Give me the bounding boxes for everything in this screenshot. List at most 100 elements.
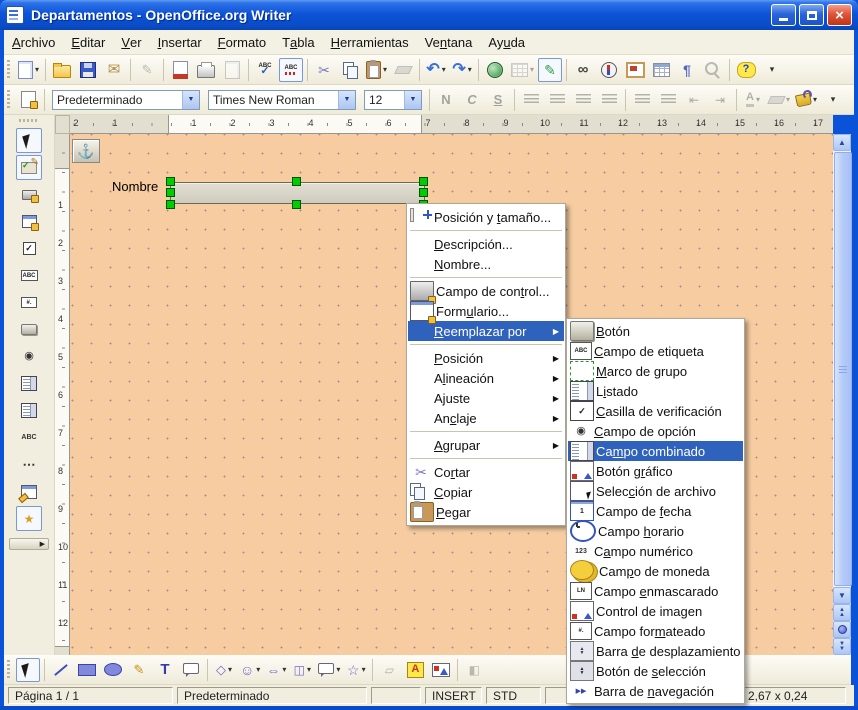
status-page[interactable]: Página 1 / 1 xyxy=(8,687,173,704)
hyperlink-button[interactable] xyxy=(483,58,507,82)
redo-button[interactable]: ↷▾ xyxy=(450,58,474,82)
menu-herramientas[interactable]: Herramientas xyxy=(323,30,417,54)
option-button-button[interactable]: ◉ xyxy=(16,344,42,369)
more-controls-button[interactable]: ⋯ xyxy=(16,452,42,477)
selection-handle[interactable] xyxy=(166,188,175,197)
background-color-button[interactable]: ▾ xyxy=(794,88,819,112)
text-box-button[interactable]: ABC xyxy=(16,425,42,450)
form-properties-button[interactable] xyxy=(16,209,42,234)
navigator-button[interactable] xyxy=(597,58,621,82)
formatted-field-button[interactable]: #. xyxy=(16,290,42,315)
chevron-down-icon[interactable]: ▼ xyxy=(338,91,355,109)
fontwork-gallery-button[interactable]: A xyxy=(403,658,427,682)
menu-ver[interactable]: Ver xyxy=(113,30,149,54)
chevron-down-icon[interactable]: ▼ xyxy=(182,91,199,109)
save-button[interactable] xyxy=(76,58,100,82)
flowchart-button[interactable]: ◫▾ xyxy=(290,658,314,682)
ruler-corner[interactable] xyxy=(55,115,70,134)
menu-item-barra-de-desplazamiento[interactable]: Barra de desplazamiento xyxy=(568,641,743,661)
chevron-down-icon[interactable]: ▾ xyxy=(282,665,286,674)
menu-item-campo-numerico[interactable]: 123Campo numérico xyxy=(568,541,743,561)
menu-item-campo-enmascarado[interactable]: LNCampo enmascarado xyxy=(568,581,743,601)
toolbar-grip[interactable] xyxy=(7,90,10,110)
menu-item-campo-de-opcion[interactable]: ◉Campo de opción xyxy=(568,421,743,441)
checkbox-button[interactable]: ✓ xyxy=(16,236,42,261)
chevron-down-icon[interactable]: ▾ xyxy=(383,65,387,74)
chevron-down-icon[interactable]: ▾ xyxy=(228,665,232,674)
auto-spellcheck-button[interactable] xyxy=(279,58,303,82)
menu-item-boton-de-seleccion[interactable]: Botón de selección xyxy=(568,661,743,681)
menu-item-anclaje[interactable]: Anclaje▶ xyxy=(408,408,564,428)
select-button[interactable] xyxy=(16,658,40,682)
design-mode-button[interactable] xyxy=(16,155,42,180)
menu-item-pegar[interactable]: Pegar xyxy=(408,502,564,522)
ellipse-button[interactable] xyxy=(101,658,125,682)
chevron-down-icon[interactable]: ▼ xyxy=(404,91,421,109)
formatting-marks-button[interactable]: ¶ xyxy=(675,58,699,82)
menu-item-copiar[interactable]: Copiar xyxy=(408,482,564,502)
copy-button[interactable] xyxy=(338,58,362,82)
font-size-combo[interactable]: 12▼ xyxy=(364,90,422,110)
chevron-down-icon[interactable]: ▾ xyxy=(530,65,534,74)
chevron-down-icon[interactable]: ▾ xyxy=(442,65,446,74)
menu-formato[interactable]: Formato xyxy=(210,30,274,54)
menu-tabla[interactable]: Tabla xyxy=(274,30,323,54)
chevron-down-icon[interactable]: ▾ xyxy=(307,665,311,674)
new-document-button[interactable]: ▾ xyxy=(16,58,41,82)
title-bar[interactable]: Departamentos - OpenOffice.org Writer × xyxy=(0,0,858,30)
menu-item-ajuste[interactable]: Ajuste▶ xyxy=(408,388,564,408)
styles-window-button[interactable] xyxy=(16,88,40,112)
scrollbar-thumb[interactable] xyxy=(834,152,852,586)
spellcheck-button[interactable] xyxy=(253,58,277,82)
menu-item-boton-grafico[interactable]: Botón gráfico xyxy=(568,461,743,481)
chevron-down-icon[interactable]: ▾ xyxy=(756,95,760,104)
cut-button[interactable]: ✂ xyxy=(312,58,336,82)
rectangle-button[interactable] xyxy=(75,658,99,682)
maximize-button[interactable] xyxy=(799,4,824,26)
line-button[interactable] xyxy=(49,658,73,682)
status-object-size[interactable]: 2,67 x 0,24 xyxy=(741,687,846,704)
menu-item-cortar[interactable]: ✂Cortar xyxy=(408,462,564,482)
menu-item-reemplazar-por[interactable]: Reemplazar por▶ xyxy=(408,321,564,341)
open-button[interactable] xyxy=(50,58,74,82)
menu-ventana[interactable]: Ventana xyxy=(417,30,481,54)
form-design-button[interactable] xyxy=(16,479,42,504)
label-field-button[interactable]: ABC xyxy=(16,263,42,288)
block-arrows-button[interactable]: ⇔▾ xyxy=(264,658,288,682)
menu-item-descripcion[interactable]: Descripción... xyxy=(408,234,564,254)
menu-item-campo-de-fecha[interactable]: 1Campo de fecha xyxy=(568,501,743,521)
menu-item-boton[interactable]: Botón xyxy=(568,321,743,341)
drawing-functions-button[interactable]: ✎ xyxy=(538,58,562,82)
menu-item-agrupar[interactable]: Agrupar▶ xyxy=(408,435,564,455)
selection-handle[interactable] xyxy=(166,200,175,209)
menu-item-formulario[interactable]: Formulario... xyxy=(408,301,564,321)
scroll-down-button[interactable]: ▼ xyxy=(833,587,851,604)
menu-archivo[interactable]: Archivo xyxy=(4,30,63,54)
status-zoom[interactable] xyxy=(371,687,421,704)
paragraph-style-combo[interactable]: Predeterminado▼ xyxy=(52,90,200,110)
menu-item-casilla-de-verificacion[interactable]: ✓Casilla de verificación xyxy=(568,401,743,421)
status-selection-mode[interactable]: STD xyxy=(486,687,541,704)
next-page-button[interactable]: ▼▼ xyxy=(833,638,851,655)
vertical-ruler[interactable]: 123456789101112 xyxy=(55,134,70,655)
data-sources-button[interactable] xyxy=(649,58,673,82)
undo-button[interactable]: ↶▾ xyxy=(424,58,448,82)
stars-button[interactable]: ☆▾ xyxy=(344,658,368,682)
control-properties-button[interactable] xyxy=(16,182,42,207)
text-button[interactable]: T xyxy=(153,658,177,682)
from-file-button[interactable] xyxy=(429,658,453,682)
selection-handle[interactable] xyxy=(166,177,175,186)
selection-handle[interactable] xyxy=(292,200,301,209)
chevron-down-icon[interactable]: ▾ xyxy=(35,65,39,74)
status-insert-mode[interactable]: INSERT xyxy=(425,687,482,704)
chevron-down-icon[interactable]: ▾ xyxy=(362,665,366,674)
menu-item-campo-de-moneda[interactable]: Campo de moneda xyxy=(568,561,743,581)
freeform-line-button[interactable]: ✎ xyxy=(127,658,151,682)
navigation-button[interactable] xyxy=(833,621,851,638)
menu-item-barra-de-navegacion[interactable]: ▶▶Barra de navegación xyxy=(568,681,743,701)
toolbar-expand-button[interactable]: ▶ xyxy=(9,538,49,550)
anchor-marker[interactable]: ⚓ xyxy=(72,139,100,163)
minimize-button[interactable] xyxy=(771,4,796,26)
wizards-button[interactable]: ★ xyxy=(16,506,42,531)
gallery-button[interactable] xyxy=(623,58,647,82)
